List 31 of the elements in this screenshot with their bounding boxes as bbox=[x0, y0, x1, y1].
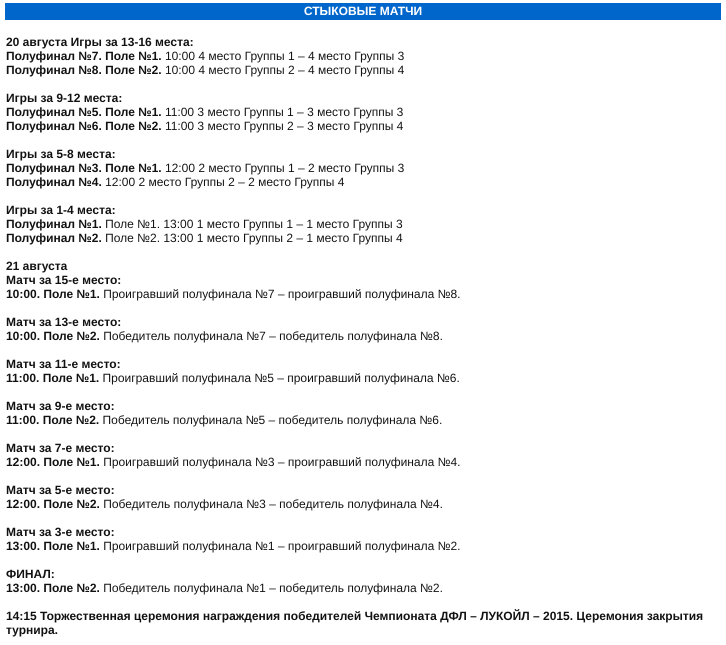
match-line: 13:00. Поле №2. Победитель полуфинала №1 – победитель полуфинала №2. bbox=[6, 581, 444, 595]
match-line: Полуфинал №3. Поле №1. 12:00 2 место Группы 1 – 2 место Группы 3 bbox=[6, 161, 406, 175]
section-heading: Матч за 15-е место: bbox=[6, 273, 122, 287]
match-line: 11:00. Поле №1. Проигравший полуфинала №5 – проигравший полуфинала №6. bbox=[6, 371, 461, 385]
match-line: Полуфинал №5. Поле №1. 11:00 3 место Группы 1 – 3 место Группы 3 bbox=[6, 105, 404, 119]
match-line: Полуфинал №1. Поле №1. 13:00 1 место Группы 1 – 1 место Группы 3 bbox=[6, 217, 404, 231]
match-line: Полуфинал №4. 12:00 2 место Группы 2 – 2 место Группы 4 bbox=[6, 175, 346, 189]
match-line: Полуфинал №8. Поле №2. 10:00 4 место Группы 2 – 4 место Группы 4 bbox=[6, 63, 406, 77]
section-heading: Матч за 5-е место: bbox=[6, 483, 116, 497]
section-heading: 21 августа bbox=[6, 259, 68, 273]
match-line: 10:00. Поле №2. Победитель полуфинала №7 – победитель полуфинала №8. bbox=[6, 329, 444, 343]
section-heading: Матч за 9-е место: bbox=[6, 399, 116, 413]
section-heading: Игры за 5-8 места: bbox=[6, 147, 117, 161]
section-heading: 20 августа Игры за 13-16 места: bbox=[6, 35, 195, 49]
section-heading: ФИНАЛ: bbox=[6, 567, 56, 581]
section-heading: Матч за 3-е место: bbox=[6, 525, 116, 539]
section-heading: Игры за 1-4 места: bbox=[6, 203, 117, 217]
match-line: Полуфинал №2. Поле №2. 13:00 1 место Группы 2 – 1 место Группы 4 bbox=[6, 231, 404, 245]
section-heading: Игры за 9-12 места: bbox=[6, 91, 124, 105]
match-line: 12:00. Поле №2. Победитель полуфинала №3 – победитель полуфинала №4. bbox=[6, 497, 444, 511]
match-line: 11:00. Поле №2. Победитель полуфинала №5 – победитель полуфинала №6. bbox=[6, 413, 444, 427]
match-line: Полуфинал №6. Поле №2. 11:00 3 место Группы 2 – 3 место Группы 4 bbox=[6, 119, 404, 133]
section-heading: Матч за 11-е место: bbox=[6, 357, 122, 371]
match-line: Полуфинал №7. Поле №1. 10:00 4 место Группы 1 – 4 место Группы 3 bbox=[6, 49, 406, 63]
section-heading: 14:15 Торжественная церемония награждения победителей Чемпионата ДФЛ – ЛУКОЙЛ – 2015. Церемония закрытия турнира. bbox=[6, 609, 704, 637]
section-title-bar: СТЫКОВЫЕ МАТЧИ bbox=[5, 3, 721, 20]
section-heading: Матч за 7-е место: bbox=[6, 441, 116, 455]
section-heading: Матч за 13-е место: bbox=[6, 315, 122, 329]
match-line: 10:00. Поле №1. Проигравший полуфинала №7 – проигравший полуфинала №8. bbox=[6, 287, 462, 301]
match-line: 13:00. Поле №1. Проигравший полуфинала №1 – проигравший полуфинала №2. bbox=[6, 539, 462, 553]
match-line: 12:00. Поле №1. Проигравший полуфинала №3 – проигравший полуфинала №4. bbox=[6, 455, 462, 469]
